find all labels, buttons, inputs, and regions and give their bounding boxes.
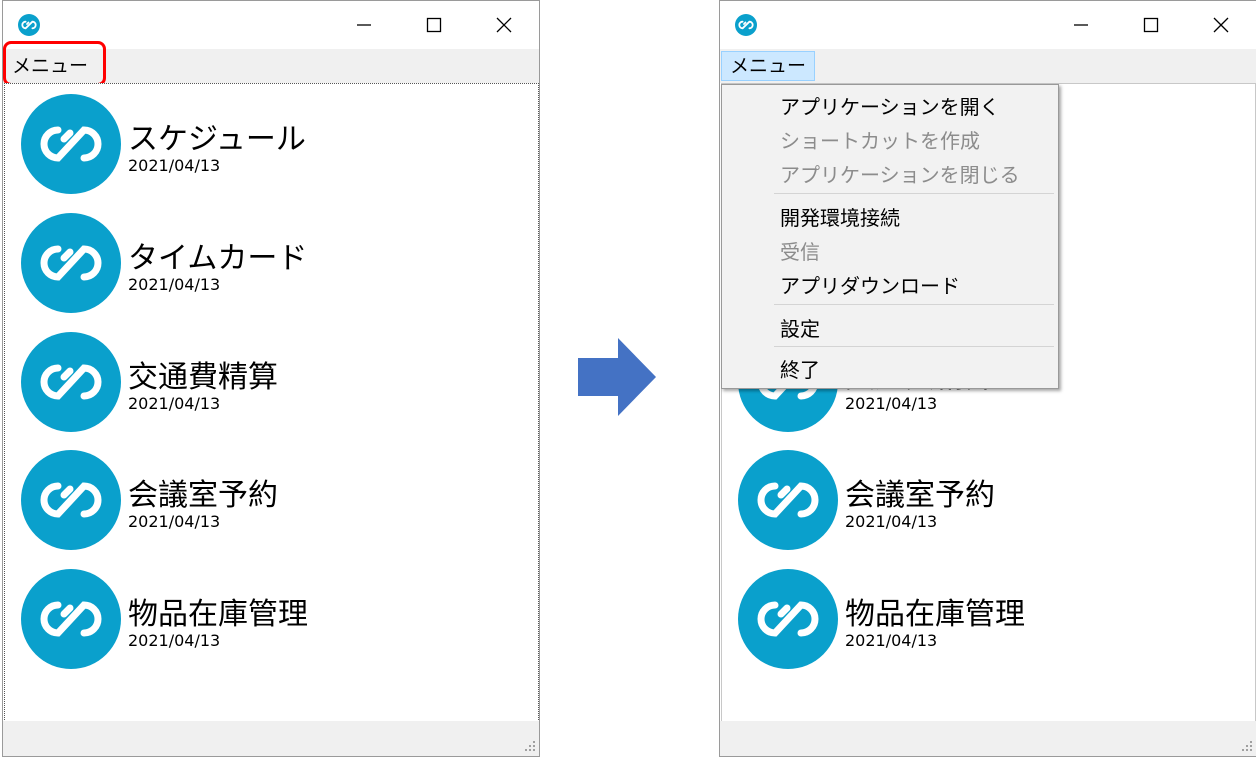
app-window-after: メニュー 交通費精算 2021/04/13 会議室予約 2021/04/13 物… — [719, 0, 1256, 757]
app-window-before: メニュー スケジュール 2021/04/13 タイムカード 2021/04/13 — [2, 0, 540, 757]
maximize-button[interactable] — [1116, 1, 1186, 49]
app-date: 2021/04/13 — [128, 156, 221, 175]
menu-item-settings[interactable]: 設定 — [780, 313, 820, 342]
infinity-link-icon — [21, 450, 121, 550]
menu-item-close-app[interactable]: アプリケーションを閉じる — [780, 159, 1020, 188]
menu-item-open-app[interactable]: アプリケーションを開く — [780, 91, 1000, 120]
infinity-link-icon — [738, 569, 838, 669]
menu-item-app-download[interactable]: アプリダウンロード — [780, 270, 960, 299]
minimize-icon — [357, 24, 371, 26]
maximize-button[interactable] — [399, 1, 469, 49]
resize-grip-icon[interactable] — [520, 737, 536, 753]
minimize-button[interactable] — [1046, 1, 1116, 49]
app-date: 2021/04/13 — [845, 512, 938, 531]
app-list: スケジュール 2021/04/13 タイムカード 2021/04/13 交通費精… — [4, 83, 539, 722]
app-date: 2021/04/13 — [845, 631, 938, 650]
maximize-icon — [426, 17, 442, 33]
app-name: 物品在庫管理 — [845, 597, 1025, 632]
infinity-link-icon — [21, 569, 121, 669]
status-bar — [3, 721, 539, 756]
highlight-annotation — [3, 41, 106, 86]
close-icon — [1213, 17, 1229, 33]
title-bar[interactable] — [720, 1, 1256, 49]
minimize-icon — [1074, 24, 1088, 26]
infinity-link-icon — [18, 14, 40, 36]
infinity-link-icon — [21, 94, 121, 194]
infinity-link-icon — [21, 213, 121, 313]
app-date: 2021/04/13 — [128, 394, 221, 413]
close-button[interactable] — [469, 1, 539, 49]
menu-item-receive[interactable]: 受信 — [780, 236, 820, 265]
close-icon — [496, 17, 512, 33]
app-name: 物品在庫管理 — [128, 597, 308, 632]
app-name: スケジュール — [128, 122, 306, 157]
app-date: 2021/04/13 — [128, 631, 221, 650]
app-name: 会議室予約 — [845, 478, 995, 513]
menu-item-exit[interactable]: 終了 — [780, 354, 820, 383]
menu-item-dev-connect[interactable]: 開発環境接続 — [780, 202, 900, 231]
app-name: 会議室予約 — [128, 478, 278, 513]
app-name: タイムカード — [128, 241, 308, 276]
menu-item-create-shortcut[interactable]: ショートカットを作成 — [780, 125, 980, 154]
app-date: 2021/04/13 — [128, 275, 221, 294]
minimize-button[interactable] — [329, 1, 399, 49]
app-date: 2021/04/13 — [845, 394, 938, 413]
dropdown-menu: アプリケーションを開く ショートカットを作成 アプリケーションを閉じる 開発環境… — [721, 84, 1059, 389]
menu-separator — [774, 304, 1054, 305]
app-date: 2021/04/13 — [128, 512, 221, 531]
infinity-link-icon — [735, 14, 757, 36]
close-button[interactable] — [1186, 1, 1256, 49]
app-name: 交通費精算 — [128, 360, 278, 395]
infinity-link-icon — [738, 450, 838, 550]
maximize-icon — [1143, 17, 1159, 33]
menu-button[interactable]: メニュー — [721, 51, 816, 81]
status-bar — [720, 721, 1256, 756]
right-arrow-icon — [578, 338, 656, 416]
menu-bar: メニュー — [720, 49, 1256, 83]
menu-separator — [774, 346, 1054, 347]
infinity-link-icon — [21, 332, 121, 432]
resize-grip-icon[interactable] — [1237, 737, 1253, 753]
menu-separator — [774, 193, 1054, 194]
